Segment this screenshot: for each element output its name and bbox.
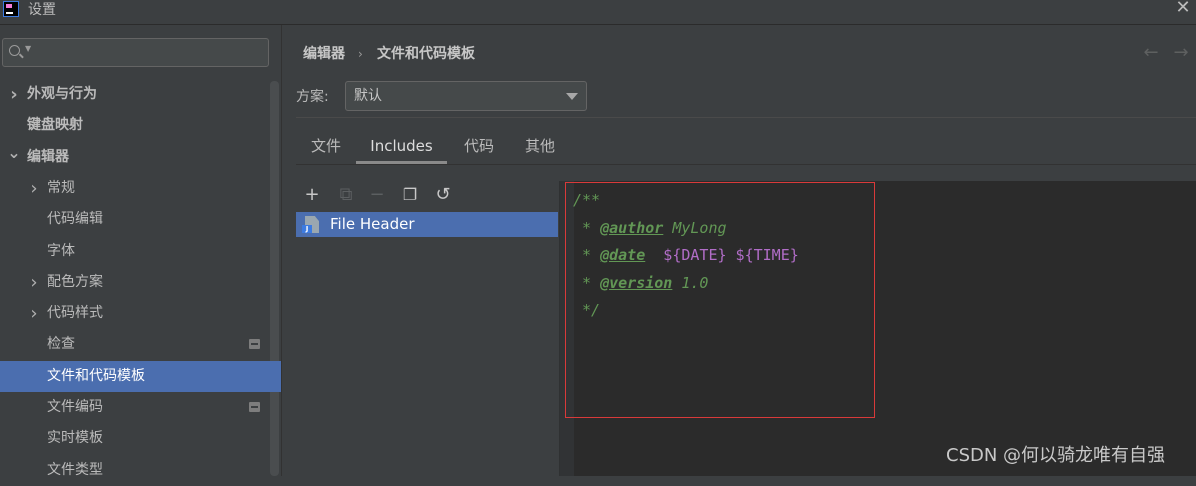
divider	[296, 117, 1196, 118]
breadcrumb-current: 文件和代码模板	[377, 46, 475, 62]
sidebar-item[interactable]: 文件和代码模板	[0, 360, 281, 392]
java-badge: J	[302, 225, 312, 233]
sidebar-item-label: 配色方案	[47, 273, 103, 290]
sidebar-item-label: 文件类型	[47, 461, 103, 478]
sidebar-item[interactable]: › 常规	[0, 173, 281, 204]
sidebar-item-label: 常规	[47, 179, 75, 196]
sidebar-item-label: 编辑器	[27, 148, 69, 165]
sidebar-item-label: 字体	[47, 242, 75, 259]
watermark: CSDN @何以骑龙唯有自强	[946, 445, 1166, 466]
sidebar-item[interactable]: 检查	[0, 329, 281, 360]
chevron-right-icon[interactable]: ›	[26, 298, 42, 329]
sidebar-item[interactable]: 实时模板	[0, 423, 281, 454]
tab-includes[interactable]: Includes	[356, 128, 447, 164]
sidebar-item[interactable]: › 外观与行为	[0, 79, 281, 110]
sidebar-item-label: 检查	[47, 336, 75, 353]
divider	[296, 164, 1196, 165]
sidebar-item-label: 代码编辑	[47, 211, 103, 228]
sidebar-item[interactable]: › 代码样式	[0, 298, 281, 329]
project-settings-icon	[249, 339, 260, 350]
settings-sidebar: ▼ › 外观与行为 键盘映射 ⌄ 编辑器 › 常规 代码编辑 字体 › 配色方案 › 代码样式 检查 文件和…	[0, 25, 282, 478]
sidebar-item[interactable]: › 配色方案	[0, 267, 281, 298]
sidebar-item-label: 实时模板	[47, 430, 103, 447]
scheme-selected-value: 默认	[354, 88, 382, 104]
dropdown-arrow-icon	[566, 93, 578, 100]
tab-files[interactable]: 文件	[303, 128, 349, 164]
chevron-right-icon[interactable]: ›	[6, 79, 22, 110]
tab-code[interactable]: 代码	[456, 128, 502, 164]
forward-arrow-icon[interactable]: →	[1170, 42, 1192, 64]
title-bar: 设置 ✕	[0, 0, 1196, 25]
search-history-dropdown-icon[interactable]: ▼	[25, 44, 31, 53]
search-input[interactable]	[35, 42, 269, 65]
breadcrumb-separator-icon: ›	[358, 47, 363, 61]
sidebar-item-label: 外观与行为	[27, 86, 97, 102]
list-item-label: File Header	[330, 215, 415, 233]
sidebar-item[interactable]: 文件类型	[0, 455, 281, 486]
duplicate-icon[interactable]: ❐	[399, 184, 421, 206]
sidebar-item[interactable]: ⌄ 编辑器	[0, 142, 281, 173]
remove-icon[interactable]: −	[366, 184, 388, 206]
intellij-logo-icon	[3, 1, 19, 17]
scheme-dropdown[interactable]: 默认	[345, 81, 587, 111]
back-arrow-icon[interactable]: ←	[1140, 42, 1162, 64]
window-title: 设置	[28, 2, 56, 18]
add-icon[interactable]: +	[301, 184, 323, 206]
highlight-box	[565, 182, 875, 418]
sidebar-item-label: 键盘映射	[27, 117, 83, 134]
sidebar-item[interactable]: 代码编辑	[0, 204, 281, 235]
sidebar-item-label: 代码样式	[47, 305, 103, 322]
tab-other[interactable]: 其他	[517, 128, 563, 164]
chevron-down-icon[interactable]: ⌄	[6, 137, 22, 168]
chevron-right-icon[interactable]: ›	[26, 267, 42, 298]
reset-icon[interactable]: ↺	[432, 184, 454, 206]
list-item[interactable]: J File Header	[296, 212, 558, 237]
sidebar-item[interactable]: 字体	[0, 236, 281, 267]
close-button[interactable]: ✕	[1174, 0, 1192, 18]
sidebar-item[interactable]: 文件编码	[0, 392, 281, 423]
search-box[interactable]: ▼	[2, 38, 269, 67]
sidebar-item-label: 文件编码	[47, 399, 103, 415]
chevron-right-icon[interactable]: ›	[26, 173, 42, 204]
search-icon[interactable]	[9, 45, 20, 56]
scheme-label: 方案:	[296, 89, 329, 105]
sidebar-item-label: 文件和代码模板	[47, 367, 145, 384]
breadcrumb-parent[interactable]: 编辑器	[303, 44, 345, 64]
copy-template-icon[interactable]: ⧉	[335, 184, 357, 206]
project-settings-icon	[249, 402, 260, 412]
sidebar-item[interactable]: 键盘映射	[0, 110, 281, 141]
